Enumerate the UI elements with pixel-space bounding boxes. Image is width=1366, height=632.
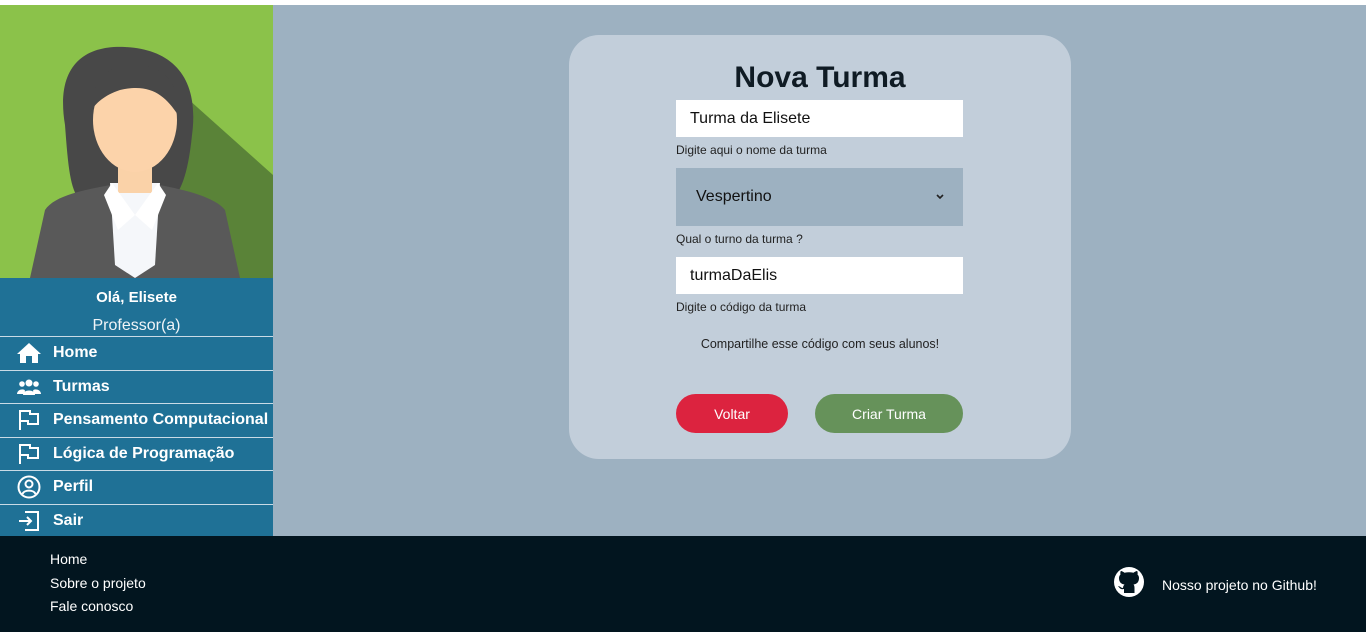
- create-class-button[interactable]: Criar Turma: [815, 394, 963, 433]
- chevron-down-icon: [935, 188, 945, 206]
- github-icon: [1113, 566, 1145, 603]
- share-code-note: Compartilhe esse código com seus alunos!: [700, 337, 940, 351]
- sidebar-item-home[interactable]: Home: [0, 336, 273, 370]
- sidebar-item-perfil[interactable]: Perfil: [0, 470, 273, 504]
- shift-select[interactable]: Vespertino: [676, 168, 963, 226]
- github-link-label: Nosso projeto no Github!: [1162, 576, 1317, 593]
- class-code-hint: Digite o código da turma: [676, 300, 807, 314]
- class-code-value: turmaDaElis: [690, 266, 778, 284]
- footer-link-home[interactable]: Home: [50, 551, 87, 567]
- users-icon: [0, 379, 57, 395]
- class-name-hint: Digite aqui o nome da turma: [676, 143, 827, 157]
- class-code-input[interactable]: turmaDaElis: [676, 257, 963, 294]
- shift-hint: Qual o turno da turma ?: [676, 232, 803, 246]
- sidebar-item-pensamento-computacional[interactable]: Pensamento Computacional: [0, 403, 273, 437]
- back-button[interactable]: Voltar: [676, 394, 788, 433]
- github-link[interactable]: Nosso projeto no Github!: [1113, 566, 1317, 603]
- app-main: Olá, Elisete Professor(a) Home Turmas Pe…: [0, 5, 1366, 536]
- class-name-value: Turma da Elisete: [690, 109, 811, 127]
- sidebar-item-label: Pensamento Computacional: [53, 411, 269, 429]
- sidebar-nav: Home Turmas Pensamento Computacional Lóg…: [0, 336, 273, 537]
- sidebar-item-label: Lógica de Programação: [53, 444, 235, 462]
- shift-value: Vespertino: [696, 188, 772, 205]
- sidebar: Olá, Elisete Professor(a) Home Turmas Pe…: [0, 5, 273, 536]
- user-circle-icon: [0, 475, 57, 499]
- flag-icon: [0, 443, 57, 465]
- role-text: Professor(a): [92, 317, 181, 334]
- sidebar-item-label: Turmas: [53, 377, 110, 395]
- footer-link-sobre[interactable]: Sobre o projeto: [50, 575, 146, 591]
- sidebar-item-logica-de-programacao[interactable]: Lógica de Programação: [0, 436, 273, 471]
- footer-link-contato[interactable]: Fale conosco: [50, 598, 133, 614]
- class-name-input[interactable]: Turma da Elisete: [676, 100, 963, 137]
- sidebar-item-label: Perfil: [53, 478, 94, 496]
- new-class-card: Nova Turma Turma da Elisete Digite aqui …: [569, 35, 1071, 459]
- page-title: Nova Turma: [734, 61, 906, 94]
- avatar-illustration: [0, 5, 273, 278]
- sidebar-item-label: Home: [53, 344, 98, 362]
- footer: Home Sobre o projeto Fale conosco Nosso …: [0, 536, 1366, 632]
- greeting-text: Olá, Elisete: [96, 289, 177, 306]
- sidebar-item-sair[interactable]: Sair: [0, 503, 273, 538]
- avatar: [0, 5, 273, 278]
- sidebar-item-turmas[interactable]: Turmas: [0, 369, 273, 404]
- home-icon: [0, 342, 57, 364]
- logout-icon: [0, 510, 57, 532]
- sidebar-item-label: Sair: [53, 511, 84, 529]
- flag-icon: [0, 409, 57, 431]
